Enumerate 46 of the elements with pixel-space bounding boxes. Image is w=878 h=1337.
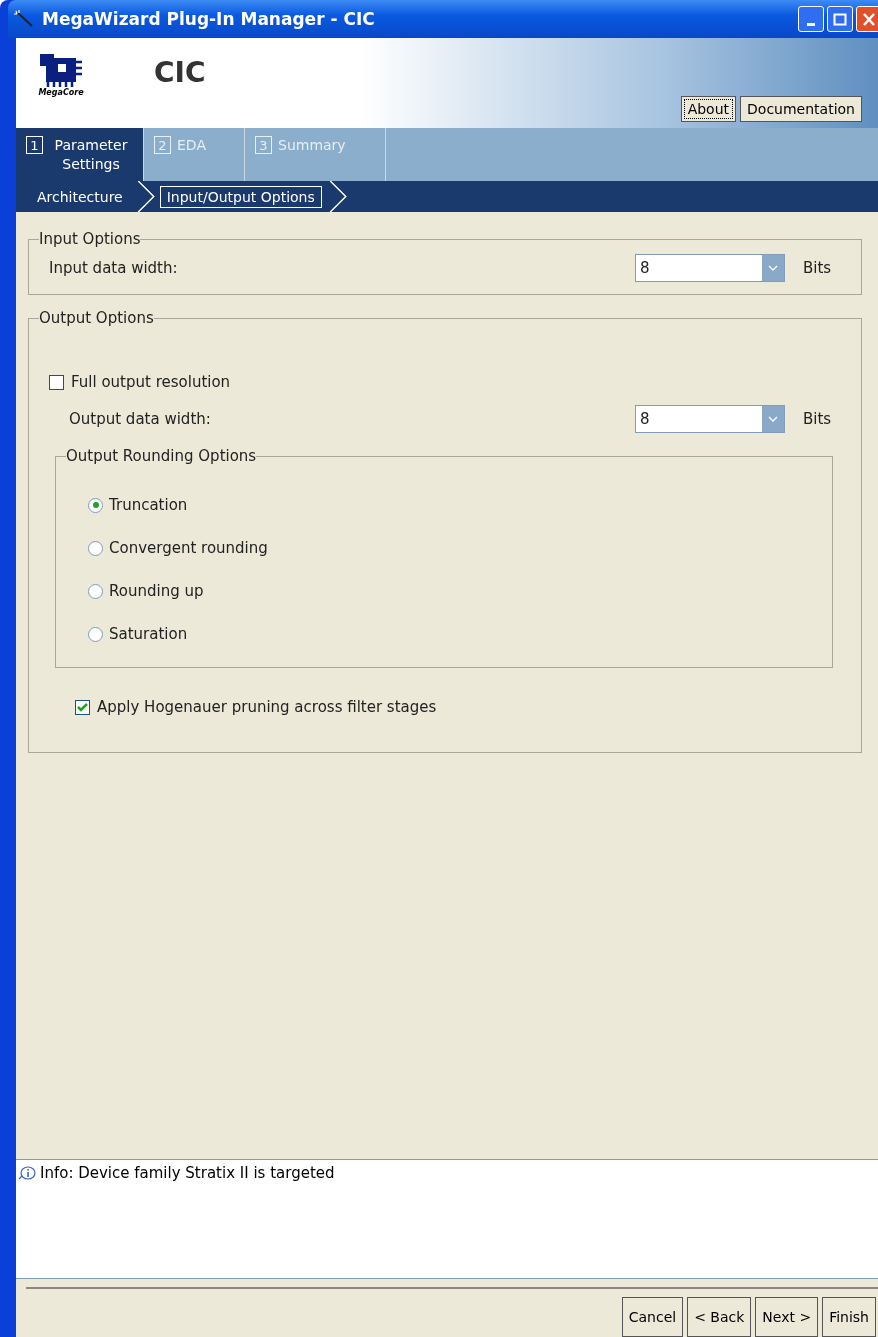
full-resolution-checkbox[interactable]: Full output resolution (49, 373, 841, 391)
step-tab[interactable]: 1 Parameter Settings (16, 128, 144, 181)
field-label: Output data width: (69, 410, 212, 428)
minimize-button[interactable] (798, 6, 824, 32)
about-button[interactable]: About (680, 96, 737, 122)
chevron-icon (135, 181, 156, 212)
radio-button[interactable] (88, 626, 103, 642)
rounding-radio-option[interactable]: Saturation (88, 619, 812, 649)
minimize-icon (807, 22, 815, 26)
chevron-icon (327, 181, 348, 212)
documentation-button[interactable]: Documentation (740, 96, 862, 122)
checkbox-square[interactable] (49, 374, 64, 390)
rounding-radio-option[interactable]: Rounding up (88, 576, 812, 606)
rounding-radio-option[interactable]: Truncation (88, 490, 812, 520)
radio-button[interactable] (88, 497, 103, 513)
group-title: Output Rounding Options (66, 447, 257, 465)
chevron-down-icon (768, 265, 778, 271)
close-button[interactable] (856, 6, 878, 32)
footer-button[interactable]: Next > (755, 1297, 819, 1337)
window-title: MegaWizard Plug-In Manager - CIC (42, 9, 376, 29)
maximize-icon (833, 12, 847, 26)
footer-button[interactable]: Cancel (621, 1297, 684, 1337)
radio-button[interactable] (88, 540, 103, 556)
pruning-checkbox[interactable]: Apply Hogenauer pruning across filter stages (75, 698, 841, 716)
close-icon (863, 12, 875, 26)
message-text: Info: Device family Stratix II is targeted (40, 1164, 335, 1182)
footer-button[interactable]: < Back (687, 1297, 752, 1337)
output-width-dropdown[interactable]: 8 (635, 405, 785, 433)
field-label: Input data width: (49, 259, 179, 277)
maximize-button[interactable] (827, 6, 853, 32)
input-width-dropdown[interactable]: 8 (635, 254, 785, 282)
magic-wand-icon (14, 10, 34, 28)
rounding-radio-option[interactable]: Convergent rounding (88, 533, 812, 563)
logo-text: MegaCore (38, 88, 84, 97)
component-title: CIC (154, 56, 207, 89)
unit-label: Bits (803, 259, 833, 277)
checkbox-square[interactable] (75, 699, 90, 715)
group-title: Output Options (39, 309, 154, 327)
chip-logo-icon (38, 52, 84, 88)
breadcrumb-item[interactable]: Architecture (30, 185, 130, 208)
radio-button[interactable] (88, 583, 103, 599)
unit-label: Bits (803, 410, 833, 428)
chevron-down-icon (768, 416, 778, 422)
group-title: Input Options (39, 230, 141, 248)
breadcrumb-item[interactable]: Input/Output Options (159, 185, 322, 208)
footer-button[interactable]: Finish (822, 1297, 876, 1337)
